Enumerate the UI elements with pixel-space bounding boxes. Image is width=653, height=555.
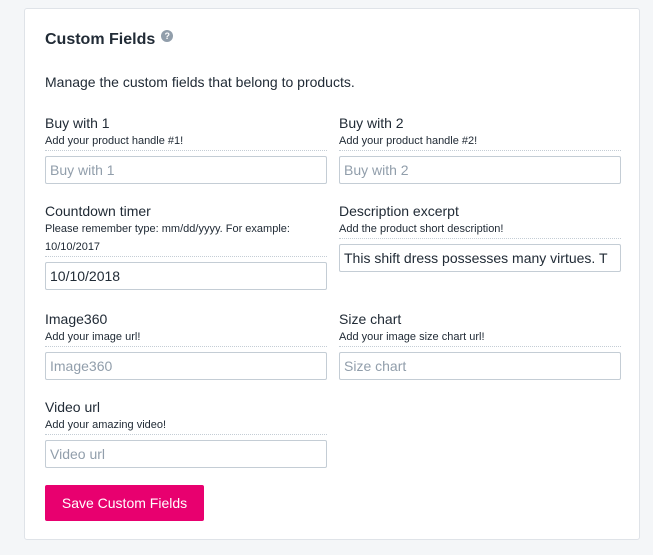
field-hint: Please remember type: mm/dd/yyyy. For ex… xyxy=(45,220,327,257)
field-label: Video url xyxy=(45,399,101,415)
field-label: Buy with 1 xyxy=(45,115,110,131)
title-row: Custom Fields ? xyxy=(45,30,174,49)
video-url-input[interactable] xyxy=(45,440,327,468)
field-video-url: Video url Add your amazing video! xyxy=(45,398,327,468)
field-label: Buy with 2 xyxy=(339,115,404,131)
section-description: Manage the custom fields that belong to … xyxy=(45,74,355,90)
field-hint: Add your product handle #2! xyxy=(339,132,621,151)
image360-input[interactable] xyxy=(45,352,327,380)
field-hint: Add your product handle #1! xyxy=(45,132,327,151)
field-hint: Add your amazing video! xyxy=(45,416,327,435)
buy-with-1-input[interactable] xyxy=(45,156,327,184)
field-hint: Add your image size chart url! xyxy=(339,328,621,347)
buy-with-2-input[interactable] xyxy=(339,156,621,184)
field-size-chart: Size chart Add your image size chart url… xyxy=(339,310,621,380)
countdown-timer-input[interactable] xyxy=(45,262,327,290)
field-buy-with-2: Buy with 2 Add your product handle #2! xyxy=(339,114,621,184)
save-custom-fields-button[interactable]: Save Custom Fields xyxy=(45,485,204,521)
field-countdown-timer: Countdown timer Please remember type: mm… xyxy=(45,202,327,290)
page-title: Custom Fields xyxy=(45,31,156,48)
field-label: Description excerpt xyxy=(339,203,459,219)
field-buy-with-1: Buy with 1 Add your product handle #1! xyxy=(45,114,327,184)
question-circle-icon[interactable]: ? xyxy=(161,30,174,42)
field-hint: Add the product short description! xyxy=(339,220,621,239)
field-image360: Image360 Add your image url! xyxy=(45,310,327,380)
description-excerpt-input[interactable] xyxy=(339,244,621,272)
field-description-excerpt: Description excerpt Add the product shor… xyxy=(339,202,621,272)
custom-fields-card: Custom Fields ? Manage the custom fields… xyxy=(24,8,640,540)
field-label: Countdown timer xyxy=(45,203,151,219)
field-label: Image360 xyxy=(45,311,108,327)
size-chart-input[interactable] xyxy=(339,352,621,380)
field-label: Size chart xyxy=(339,311,402,327)
field-hint: Add your image url! xyxy=(45,328,327,347)
